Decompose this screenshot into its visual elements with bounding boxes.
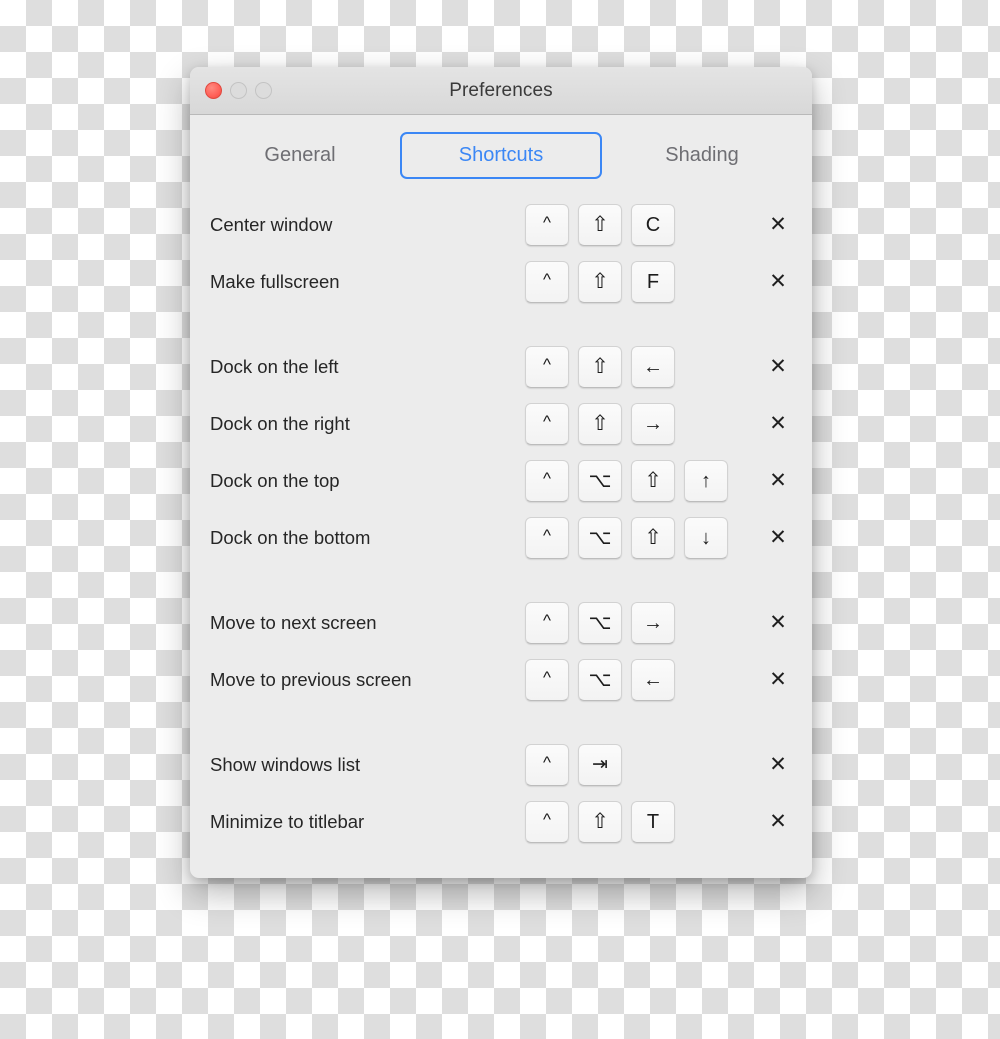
shortcut-label: Dock on the top	[210, 469, 340, 491]
delete-shortcut-icon[interactable]: ✕	[765, 809, 791, 835]
shortcut-label: Move to previous screen	[210, 668, 412, 690]
keycap-c[interactable]: C	[631, 203, 675, 246]
shortcut-keys[interactable]: ^ ⌥ ⇧ ↓	[525, 516, 728, 559]
keycap-control[interactable]: ^	[525, 743, 569, 786]
shortcut-keys[interactable]: ^ ⌥ ←	[525, 658, 675, 701]
keycap-t[interactable]: T	[631, 800, 675, 843]
shortcut-list: Center window ^ ⇧ C ✕ Make fullscreen ^ ⇧ F ✕ Dock…	[190, 196, 812, 878]
keycap-option[interactable]: ⌥	[578, 459, 622, 502]
shortcut-keys[interactable]: ^ ⇧ C	[525, 203, 675, 246]
shortcut-row: Show windows list ^ ⇥ ✕	[190, 736, 812, 793]
shortcut-label: Make fullscreen	[210, 270, 340, 292]
shortcut-group: Dock on the left ^ ⇧ ← ✕ Dock on the right ^ ⇧ →…	[190, 338, 812, 566]
keycap-option[interactable]: ⌥	[578, 601, 622, 644]
delete-shortcut-icon[interactable]: ✕	[765, 411, 791, 437]
shortcut-label: Show windows list	[210, 753, 361, 775]
shortcut-keys[interactable]: ^ ⌥ ⇧ ↑	[525, 459, 728, 502]
keycap-control[interactable]: ^	[525, 402, 569, 445]
shortcut-row: Make fullscreen ^ ⇧ F ✕	[190, 253, 812, 310]
keycap-shift[interactable]: ⇧	[578, 203, 622, 246]
shortcut-group: Show windows list ^ ⇥ ✕ Minimize to titlebar…	[190, 736, 812, 850]
keycap-left-arrow[interactable]: ←	[631, 658, 675, 701]
delete-shortcut-icon[interactable]: ✕	[765, 610, 791, 636]
keycap-control[interactable]: ^	[525, 203, 569, 246]
shortcut-row: Dock on the bottom ^ ⌥ ⇧ ↓ ✕	[190, 509, 812, 566]
keycap-control[interactable]: ^	[525, 516, 569, 559]
window-titlebar: Preferences	[190, 67, 812, 115]
keycap-left-arrow[interactable]: ←	[631, 345, 675, 388]
delete-shortcut-icon[interactable]: ✕	[765, 468, 791, 494]
keycap-option[interactable]: ⌥	[578, 516, 622, 559]
keycap-option[interactable]: ⌥	[578, 658, 622, 701]
shortcut-row: Center window ^ ⇧ C ✕	[190, 196, 812, 253]
shortcut-keys[interactable]: ^ ⇧ ←	[525, 345, 675, 388]
shortcut-keys[interactable]: ^ ⇧ T	[525, 800, 675, 843]
shortcut-row: Move to previous screen ^ ⌥ ← ✕	[190, 651, 812, 708]
keycap-tab[interactable]: ⇥	[578, 743, 622, 786]
minimize-button[interactable]	[230, 82, 247, 99]
shortcut-label: Dock on the left	[210, 355, 339, 377]
shortcut-row: Minimize to titlebar ^ ⇧ T ✕	[190, 793, 812, 850]
keycap-control[interactable]: ^	[525, 345, 569, 388]
keycap-control[interactable]: ^	[525, 260, 569, 303]
keycap-shift[interactable]: ⇧	[578, 800, 622, 843]
traffic-lights	[205, 67, 272, 114]
delete-shortcut-icon[interactable]: ✕	[765, 354, 791, 380]
zoom-button[interactable]	[255, 82, 272, 99]
shortcut-row: Dock on the left ^ ⇧ ← ✕	[190, 338, 812, 395]
shortcut-label: Dock on the bottom	[210, 526, 371, 548]
shortcut-row: Move to next screen ^ ⌥ → ✕	[190, 594, 812, 651]
tab-shortcuts[interactable]: Shortcuts	[400, 132, 602, 179]
shortcut-row: Dock on the top ^ ⌥ ⇧ ↑ ✕	[190, 452, 812, 509]
delete-shortcut-icon[interactable]: ✕	[765, 667, 791, 693]
keycap-control[interactable]: ^	[525, 658, 569, 701]
keycap-up-arrow[interactable]: ↑	[684, 459, 728, 502]
keycap-shift[interactable]: ⇧	[631, 459, 675, 502]
keycap-right-arrow[interactable]: →	[631, 601, 675, 644]
shortcut-row: Dock on the right ^ ⇧ → ✕	[190, 395, 812, 452]
keycap-control[interactable]: ^	[525, 459, 569, 502]
delete-shortcut-icon[interactable]: ✕	[765, 212, 791, 238]
shortcut-group: Center window ^ ⇧ C ✕ Make fullscreen ^ ⇧ F ✕	[190, 196, 812, 310]
delete-shortcut-icon[interactable]: ✕	[765, 752, 791, 778]
shortcut-keys[interactable]: ^ ⌥ →	[525, 601, 675, 644]
page-title: Preferences	[449, 79, 553, 101]
keycap-shift[interactable]: ⇧	[578, 402, 622, 445]
shortcut-keys[interactable]: ^ ⇧ →	[525, 402, 675, 445]
keycap-right-arrow[interactable]: →	[631, 402, 675, 445]
shortcut-keys[interactable]: ^ ⇧ F	[525, 260, 675, 303]
keycap-shift[interactable]: ⇧	[578, 345, 622, 388]
keycap-control[interactable]: ^	[525, 601, 569, 644]
shortcut-label: Center window	[210, 213, 333, 235]
shortcut-keys[interactable]: ^ ⇥	[525, 743, 622, 786]
tab-bar: General Shortcuts Shading	[190, 115, 812, 196]
keycap-control[interactable]: ^	[525, 800, 569, 843]
delete-shortcut-icon[interactable]: ✕	[765, 269, 791, 295]
shortcut-label: Dock on the right	[210, 412, 350, 434]
shortcut-label: Move to next screen	[210, 611, 377, 633]
close-button[interactable]	[205, 82, 222, 99]
tab-shading[interactable]: Shading	[602, 132, 802, 179]
delete-shortcut-icon[interactable]: ✕	[765, 525, 791, 551]
keycap-f[interactable]: F	[631, 260, 675, 303]
keycap-shift[interactable]: ⇧	[631, 516, 675, 559]
shortcut-label: Minimize to titlebar	[210, 810, 365, 832]
keycap-shift[interactable]: ⇧	[578, 260, 622, 303]
keycap-down-arrow[interactable]: ↓	[684, 516, 728, 559]
tab-general[interactable]: General	[200, 132, 400, 179]
preferences-window: Preferences General Shortcuts Shading Ce…	[190, 67, 812, 878]
shortcut-group: Move to next screen ^ ⌥ → ✕ Move to previous …	[190, 594, 812, 708]
